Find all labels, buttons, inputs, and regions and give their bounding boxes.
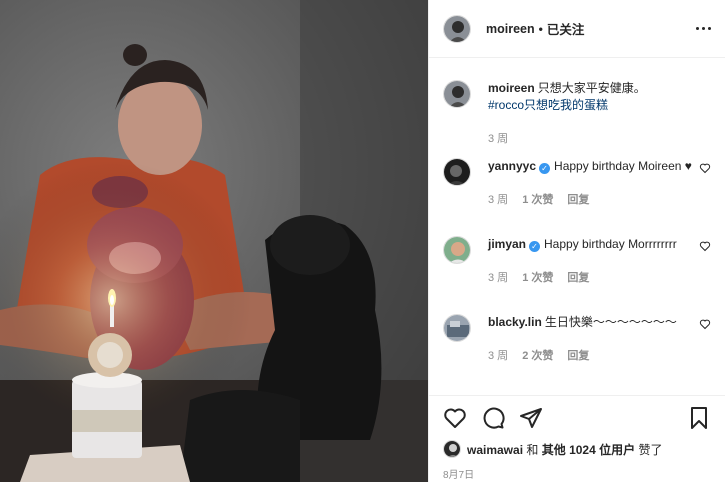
liker-avatar[interactable]: [443, 440, 461, 458]
verified-badge-icon: ✓: [529, 241, 541, 252]
likes-summary: waimawai 和 其他 1024 位用户 赞了: [443, 440, 711, 458]
comment-avatar[interactable]: [443, 236, 471, 264]
comment-avatar[interactable]: [443, 314, 471, 342]
comment-text: Happy birthday Morrrrrrrr: [544, 237, 677, 251]
comment-time[interactable]: 3 周: [488, 270, 508, 287]
post-side-panel: moireen • 已关注 moireen 只想大家平安健康。 #rocco只想吃…: [428, 0, 725, 482]
caption: moireen 只想大家平安健康。 #rocco只想吃我的蛋糕 3 周: [443, 80, 711, 148]
caption-meta: 3 周: [488, 131, 711, 148]
comment-text-line: jimyan ✓ Happy birthday Morrrrrrrr: [488, 236, 711, 253]
comment-heart-icon[interactable]: [699, 162, 711, 174]
comment-reply-button[interactable]: 回复: [567, 348, 589, 365]
comment-item: yannyyc ✓ Happy birthday Moireen ♥ 3 周 1 次…: [443, 158, 711, 209]
comment-heart-icon[interactable]: [699, 318, 711, 330]
author-username[interactable]: moireen: [486, 22, 535, 36]
comment-username[interactable]: jimyan: [488, 237, 526, 251]
liker-username[interactable]: waimawai: [467, 443, 523, 457]
comments-list[interactable]: moireen 只想大家平安健康。 #rocco只想吃我的蛋糕 3 周 yanny…: [429, 58, 725, 395]
comment-heart-icon[interactable]: [699, 240, 711, 252]
comment-text-line: blacky.lin 生日快樂～～～～～～～: [488, 314, 711, 331]
comment-meta: 3 周 1 次赞 回复: [488, 192, 711, 209]
comment-avatar[interactable]: [443, 158, 471, 186]
comment-meta: 3 周 1 次赞 回复: [488, 270, 711, 287]
likes-joiner: 和: [526, 442, 539, 457]
more-options-icon[interactable]: [696, 27, 711, 30]
comment-icon[interactable]: [481, 406, 505, 430]
comment-likes[interactable]: 1 次赞: [522, 270, 553, 287]
post-header: moireen • 已关注: [429, 0, 725, 58]
post-photo[interactable]: [0, 0, 428, 482]
post-actions: waimawai 和 其他 1024 位用户 赞了 8月7日: [429, 395, 725, 481]
comment-likes[interactable]: 1 次赞: [522, 192, 553, 209]
likes-suffix: 赞了: [638, 442, 663, 457]
follow-separator: •: [538, 21, 543, 36]
comment-reply-button[interactable]: 回复: [567, 192, 589, 209]
comment-likes[interactable]: 2 次赞: [522, 348, 553, 365]
caption-avatar[interactable]: [443, 80, 471, 108]
comment-item: jimyan ✓ Happy birthday Morrrrrrrr 3 周 1 次…: [443, 236, 711, 287]
comment-text-line: yannyyc ✓ Happy birthday Moireen ♥: [488, 158, 711, 175]
comment-username[interactable]: blacky.lin: [488, 315, 542, 329]
share-icon[interactable]: [519, 406, 543, 430]
comment-time[interactable]: 3 周: [488, 348, 508, 365]
comment-text: Happy birthday Moireen ♥: [554, 159, 692, 173]
comment-item: blacky.lin 生日快樂～～～～～～～ 3 周 2 次赞 回复: [443, 314, 711, 365]
verified-badge-icon: ✓: [539, 163, 551, 174]
follow-status-button[interactable]: 已关注: [547, 19, 585, 38]
caption-hashtag[interactable]: #rocco只想吃我的蛋糕: [488, 97, 711, 114]
comment-meta: 3 周 2 次赞 回复: [488, 348, 711, 365]
caption-time[interactable]: 3 周: [488, 131, 508, 148]
photo-illustration: [0, 0, 428, 482]
heart-icon[interactable]: [443, 406, 467, 430]
action-icon-bar: [443, 396, 711, 440]
caption-username[interactable]: moireen: [488, 81, 535, 95]
comment-username[interactable]: yannyyc: [488, 159, 536, 173]
author-avatar[interactable]: [443, 14, 471, 43]
instagram-post: moireen • 已关注 moireen 只想大家平安健康。 #rocco只想吃…: [0, 0, 725, 482]
likes-count-link[interactable]: 其他 1024 位用户: [542, 443, 635, 457]
caption-text: 只想大家平安健康。: [537, 81, 646, 95]
comment-time[interactable]: 3 周: [488, 192, 508, 209]
bookmark-icon[interactable]: [687, 406, 711, 430]
comment-reply-button[interactable]: 回复: [567, 270, 589, 287]
caption-text-line: moireen 只想大家平安健康。: [488, 80, 711, 97]
comment-text: 生日快樂～～～～～～～: [544, 315, 677, 329]
post-date[interactable]: 8月7日: [443, 466, 711, 481]
